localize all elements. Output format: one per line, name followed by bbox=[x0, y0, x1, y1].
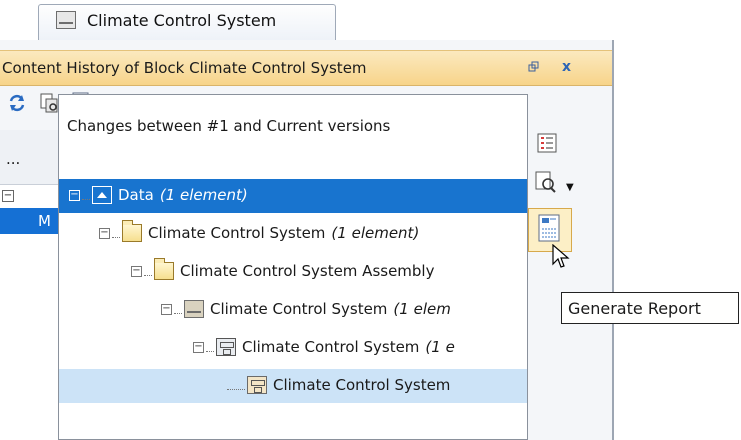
tree-item-label: Climate Control System bbox=[210, 300, 388, 318]
collapse-icon[interactable]: − bbox=[2, 190, 14, 202]
history-table: ... − M bbox=[0, 130, 59, 440]
package-icon bbox=[154, 258, 174, 280]
collapse-icon[interactable]: − bbox=[131, 265, 142, 277]
data-package-icon bbox=[92, 186, 112, 204]
tree-item-label: Data bbox=[118, 186, 154, 204]
tree-item-label: Climate Control System bbox=[242, 338, 420, 356]
collapse-icon[interactable]: − bbox=[193, 341, 204, 353]
tree-item-note: (1 element) bbox=[159, 186, 248, 204]
tree-item-label: Climate Control System Assembly bbox=[180, 262, 435, 280]
editor-tab-strip: Climate Control System bbox=[0, 0, 614, 41]
tree-item-note: (1 elem bbox=[393, 300, 451, 318]
collapse-icon[interactable]: − bbox=[69, 189, 80, 201]
block-icon bbox=[56, 11, 76, 29]
changes-dialog: Changes between #1 and Current versions … bbox=[58, 94, 528, 440]
tree-row[interactable]: − Climate Control System (1 element) bbox=[59, 217, 527, 251]
view-icon[interactable] bbox=[534, 170, 560, 198]
row-text: M bbox=[38, 212, 51, 230]
panel-title: Content History of Block Climate Control… bbox=[2, 59, 367, 77]
table-row[interactable]: M bbox=[0, 208, 58, 234]
part-icon bbox=[216, 338, 236, 356]
mouse-pointer-icon bbox=[552, 243, 570, 274]
tree-row[interactable]: − Data (1 element) bbox=[59, 179, 527, 213]
tab-label: Climate Control System bbox=[87, 11, 277, 30]
table-column-header[interactable]: ... bbox=[0, 130, 58, 185]
tree-row[interactable]: − Climate Control System (1 elem bbox=[59, 293, 527, 327]
refresh-icon[interactable] bbox=[6, 92, 32, 118]
panel-header: Content History of Block Climate Control… bbox=[0, 50, 612, 86]
collapse-icon[interactable]: − bbox=[99, 227, 110, 239]
tree-item-note: (1 element) bbox=[331, 224, 420, 242]
chevron-down-icon[interactable]: ▼ bbox=[566, 182, 574, 193]
collapse-icon[interactable]: − bbox=[161, 303, 172, 315]
generate-report-tooltip: Generate Report bbox=[561, 292, 739, 324]
tree-row[interactable]: − Climate Control System Assembly bbox=[59, 255, 527, 289]
list-icon[interactable] bbox=[536, 132, 560, 156]
restore-icon[interactable] bbox=[528, 61, 540, 76]
close-icon[interactable]: x bbox=[562, 59, 571, 75]
part-property-icon bbox=[247, 376, 267, 394]
package-icon bbox=[122, 220, 142, 242]
tree-row[interactable]: − Climate Control System (1 e bbox=[59, 331, 527, 365]
tree-row[interactable]: Climate Control System bbox=[59, 369, 527, 403]
tree-item-note: (1 e bbox=[425, 338, 455, 356]
tree-item-label: Climate Control System bbox=[148, 224, 326, 242]
tree-item-label: Climate Control System bbox=[273, 376, 451, 394]
block-icon bbox=[184, 300, 204, 318]
tooltip-text: Generate Report bbox=[568, 299, 701, 318]
column-header-text: ... bbox=[6, 150, 21, 168]
changes-heading: Changes between #1 and Current versions bbox=[67, 117, 391, 135]
diagram-tab[interactable]: Climate Control System bbox=[38, 4, 336, 40]
